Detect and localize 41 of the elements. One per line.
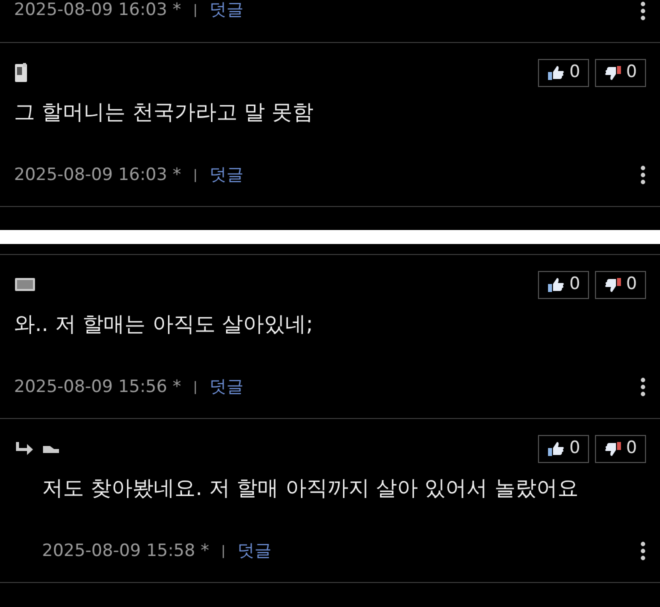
thumbs-down-icon xyxy=(604,441,622,457)
monitor-icon xyxy=(14,277,36,293)
comment-date: 2025-08-09 16:03 * xyxy=(14,0,182,22)
separator: | xyxy=(193,378,198,396)
reply-link[interactable]: 덧글 xyxy=(238,538,272,564)
dislike-button[interactable]: 0 xyxy=(595,271,646,299)
thumbs-up-icon xyxy=(547,441,566,457)
like-count: 0 xyxy=(569,437,580,460)
like-button[interactable]: 0 xyxy=(538,271,590,299)
comment-text: 그 할머니는 천국가라고 말 못함 xyxy=(14,99,315,126)
thumbs-down-icon xyxy=(604,65,622,81)
thumbs-up-icon xyxy=(547,65,566,81)
thumbs-up-icon xyxy=(547,277,566,293)
more-icon[interactable] xyxy=(640,0,646,21)
like-button[interactable]: 0 xyxy=(538,59,590,87)
dislike-button[interactable]: 0 xyxy=(595,435,646,463)
comment-date: 2025-08-09 15:56 * xyxy=(14,376,182,398)
comment-date: 2025-08-09 15:58 * xyxy=(42,540,210,562)
dislike-count: 0 xyxy=(626,273,637,296)
separator: | xyxy=(193,166,198,184)
comment-text: 와.. 저 할매는 아직도 살아있네; xyxy=(14,311,314,338)
reply-link[interactable]: 덧글 xyxy=(210,162,244,188)
reply-arrow-icon xyxy=(14,441,34,457)
comment-date: 2025-08-09 16:03 * xyxy=(14,164,182,186)
reply-link[interactable]: 덧글 xyxy=(210,0,244,24)
separator: | xyxy=(193,2,198,20)
dislike-button[interactable]: 0 xyxy=(595,59,646,87)
thumbs-down-icon xyxy=(604,277,622,293)
like-button[interactable]: 0 xyxy=(538,435,590,463)
reply-link[interactable]: 덧글 xyxy=(210,374,244,400)
device-icon xyxy=(14,63,28,83)
like-count: 0 xyxy=(569,61,580,84)
like-count: 0 xyxy=(569,273,580,296)
separator: | xyxy=(221,542,226,560)
more-icon[interactable] xyxy=(640,377,646,398)
comment-text: 저도 찾아봤네요. 저 할매 아직까지 살아 있어서 놀랐어요 xyxy=(42,475,580,502)
shoe-icon xyxy=(42,444,60,454)
more-icon[interactable] xyxy=(640,165,646,186)
dislike-count: 0 xyxy=(626,61,637,84)
dislike-count: 0 xyxy=(626,437,637,460)
more-icon[interactable] xyxy=(640,541,646,562)
